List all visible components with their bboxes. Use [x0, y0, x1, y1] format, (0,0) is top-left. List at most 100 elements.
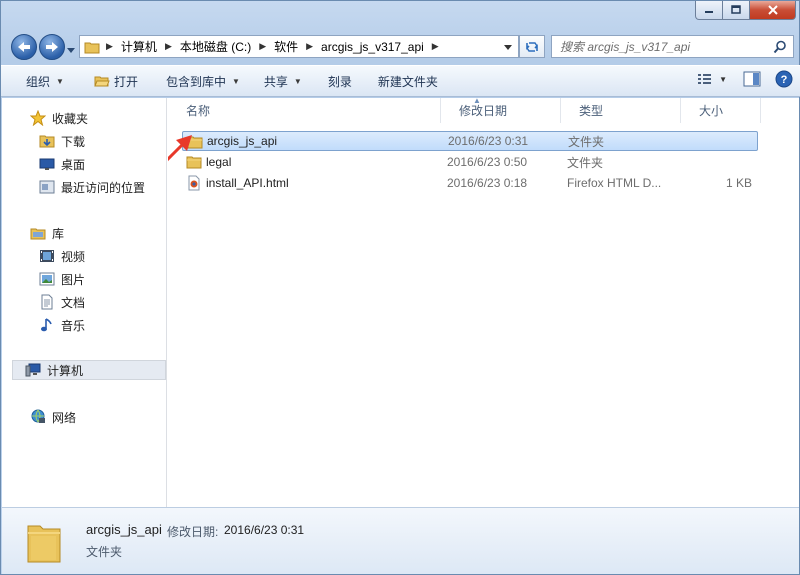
breadcrumb-separator[interactable]: ▶ [100, 36, 119, 57]
close-button[interactable] [750, 1, 796, 20]
video-icon [39, 248, 55, 264]
nav-favorites-label: 收藏夹 [52, 111, 89, 126]
breadcrumb-local-disk[interactable]: 本地磁盘 (C:) [178, 36, 253, 57]
back-button[interactable] [11, 34, 37, 60]
nav-network[interactable]: 网络 [30, 407, 76, 427]
annotation-arrow-icon [168, 135, 192, 162]
command-bar: 组织 ▼ 打开 包含到库中 ▼ 共享 ▼ 刻录 新建文件夹 ▼ ? [1, 65, 800, 97]
help-icon: ? [775, 70, 793, 88]
music-icon [39, 317, 55, 333]
include-in-library-label: 包含到库中 [165, 74, 226, 89]
column-header-modified-label: 修改日期 [459, 104, 508, 118]
network-icon [30, 409, 46, 425]
title-bar [1, 1, 800, 29]
search-placeholder: 搜索 arcgis_js_v317_api [560, 40, 691, 54]
column-header-type-label: 类型 [579, 104, 604, 118]
details-modified-value: 2016/6/23 0:31 [224, 523, 305, 537]
help-button[interactable]: ? [775, 70, 793, 88]
nav-music[interactable]: 音乐 [39, 315, 85, 335]
breadcrumb-separator[interactable]: ▶ [253, 36, 272, 57]
column-header-size[interactable]: 大小 [681, 98, 761, 123]
back-arrow-icon [18, 42, 30, 52]
breadcrumb-current-folder[interactable]: arcgis_js_v317_api [319, 36, 426, 57]
new-folder-label: 新建文件夹 [377, 74, 438, 89]
details-name: arcgis_js_api [86, 522, 162, 537]
change-view-button[interactable] [697, 72, 713, 86]
maximize-button[interactable] [723, 1, 750, 20]
navigation-pane[interactable]: 收藏夹 下载 桌面 最近访问的位置 库 视频 图片 文档 音乐 计算机 网络 [2, 98, 167, 507]
view-options-dropdown[interactable]: ▼ [719, 75, 727, 84]
breadcrumb-computer[interactable]: 计算机 [119, 36, 159, 57]
nav-libraries-label: 库 [52, 226, 65, 241]
breadcrumb-separator[interactable]: ▶ [426, 36, 445, 57]
nav-videos-label: 视频 [61, 249, 86, 264]
nav-libraries[interactable]: 库 [30, 223, 64, 243]
search-input[interactable]: 搜索 arcgis_js_v317_api [551, 35, 794, 58]
nav-recent-label: 最近访问的位置 [61, 180, 146, 195]
refresh-button[interactable] [519, 35, 545, 58]
large-folder-icon [26, 518, 64, 567]
include-in-library-menu[interactable]: 包含到库中 ▼ [157, 69, 249, 93]
open-label: 打开 [113, 74, 138, 89]
breadcrumb-software[interactable]: 软件 [272, 36, 300, 57]
details-pane: arcgis_js_api 修改日期: 2016/6/23 0:31 文件夹 [2, 507, 799, 574]
view-controls: ▼ ? [697, 70, 793, 88]
view-details-icon [698, 74, 712, 84]
computer-icon [25, 362, 41, 378]
file-modified: 2016/6/23 0:50 [447, 155, 528, 169]
close-icon [767, 5, 778, 15]
nav-videos[interactable]: 视频 [39, 246, 85, 266]
organize-label: 组织 [26, 74, 51, 89]
minimize-button[interactable] [695, 1, 723, 20]
file-row-legal[interactable]: legal 2016/6/23 0:50 文件夹 [182, 152, 758, 172]
nav-pictures[interactable]: 图片 [39, 269, 85, 289]
chevron-down-icon: ▼ [293, 76, 302, 86]
nav-documents[interactable]: 文档 [39, 292, 85, 312]
open-folder-icon [94, 76, 110, 87]
nav-desktop[interactable]: 桌面 [39, 154, 85, 174]
recent-pages-dropdown[interactable] [67, 43, 75, 57]
nav-pictures-label: 图片 [61, 272, 86, 287]
nav-recent-places[interactable]: 最近访问的位置 [39, 177, 145, 197]
folder-icon [84, 40, 100, 54]
chevron-down-icon [67, 48, 75, 53]
preview-pane-button[interactable] [743, 71, 761, 87]
recent-places-icon [39, 179, 55, 195]
maximize-icon [731, 5, 741, 14]
address-row: ▶ 计算机 ▶ 本地磁盘 (C:) ▶ 软件 ▶ arcgis_js_v317_… [1, 31, 800, 63]
organize-menu[interactable]: 组织 ▼ [17, 69, 73, 93]
forward-button[interactable] [39, 34, 65, 60]
file-list[interactable]: 名称 ▲ 修改日期 类型 大小 arcgis_js_api 2016/6/23 … [168, 96, 799, 507]
new-folder-button[interactable]: 新建文件夹 [369, 69, 447, 93]
file-row-arcgis-js-api[interactable]: arcgis_js_api 2016/6/23 0:31 文件夹 [182, 131, 758, 151]
address-bar[interactable]: ▶ 计算机 ▶ 本地磁盘 (C:) ▶ 软件 ▶ arcgis_js_v317_… [79, 35, 519, 58]
burn-button[interactable]: 刻录 [319, 69, 361, 93]
address-history-dropdown[interactable] [504, 40, 512, 54]
caption-buttons [695, 1, 796, 20]
share-menu[interactable]: 共享 ▼ [255, 69, 311, 93]
breadcrumb-separator[interactable]: ▶ [300, 36, 319, 57]
file-row-install-api-html[interactable]: install_API.html 2016/6/23 0:18 Firefox … [182, 173, 758, 193]
nav-downloads-label: 下载 [61, 134, 86, 149]
explorer-window: ▶ 计算机 ▶ 本地磁盘 (C:) ▶ 软件 ▶ arcgis_js_v317_… [0, 0, 800, 575]
details-type: 文件夹 [86, 545, 123, 559]
open-button[interactable]: 打开 [85, 69, 147, 93]
content-area: 收藏夹 下载 桌面 最近访问的位置 库 视频 图片 文档 音乐 计算机 网络 名… [2, 96, 799, 507]
chevron-down-icon [504, 44, 512, 50]
column-header-type[interactable]: 类型 [561, 98, 681, 123]
search-icon[interactable] [773, 40, 787, 54]
nav-favorites[interactable]: 收藏夹 [30, 108, 88, 128]
file-modified: 2016/6/23 0:18 [447, 176, 528, 190]
file-type: 文件夹 [568, 134, 605, 149]
nav-music-label: 音乐 [61, 318, 86, 333]
nav-downloads[interactable]: 下载 [39, 131, 85, 151]
desktop-icon [39, 156, 55, 172]
file-modified: 2016/6/23 0:31 [448, 134, 529, 148]
breadcrumb-separator[interactable]: ▶ [159, 36, 178, 57]
nav-network-label: 网络 [52, 410, 77, 425]
nav-computer[interactable]: 计算机 [12, 360, 166, 380]
column-header-modified[interactable]: 修改日期 [441, 98, 561, 123]
star-icon [30, 110, 46, 126]
svg-text:?: ? [781, 74, 788, 86]
preview-pane-icon [743, 71, 761, 87]
